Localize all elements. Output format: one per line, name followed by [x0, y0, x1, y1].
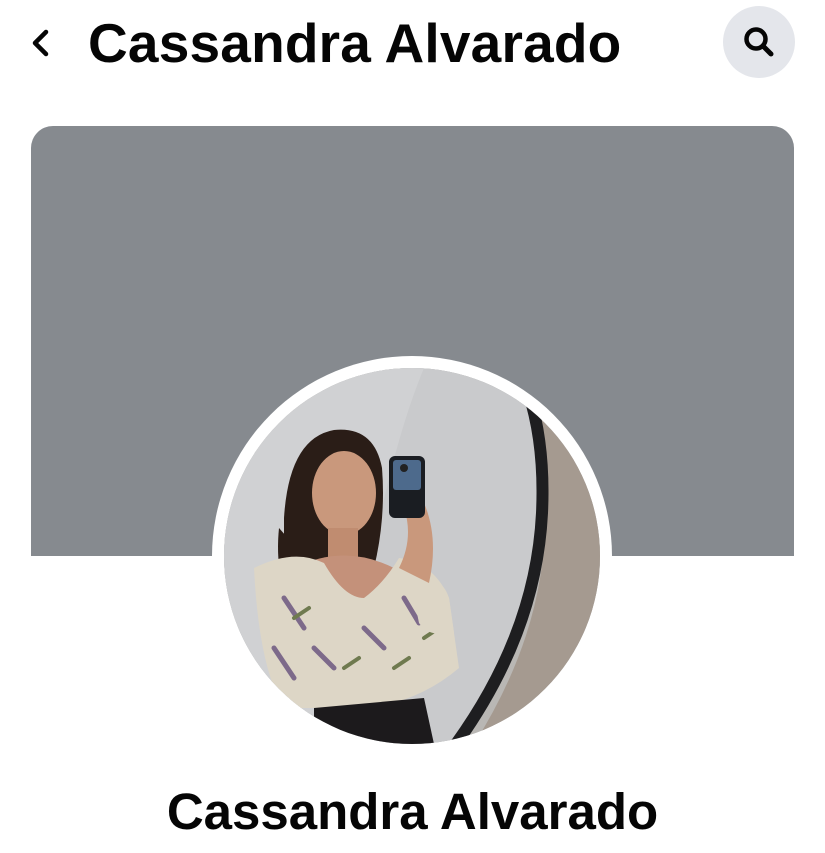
search-icon [744, 27, 774, 57]
back-button[interactable] [18, 18, 64, 68]
profile-photo[interactable] [224, 368, 600, 744]
profile-photo-image [224, 368, 600, 744]
chevron-left-icon [32, 29, 49, 57]
search-button[interactable] [723, 6, 795, 78]
top-bar: Cassandra Alvarado [0, 0, 825, 90]
header-title: Cassandra Alvarado [88, 12, 622, 74]
profile-name: Cassandra Alvarado [166, 783, 659, 840]
